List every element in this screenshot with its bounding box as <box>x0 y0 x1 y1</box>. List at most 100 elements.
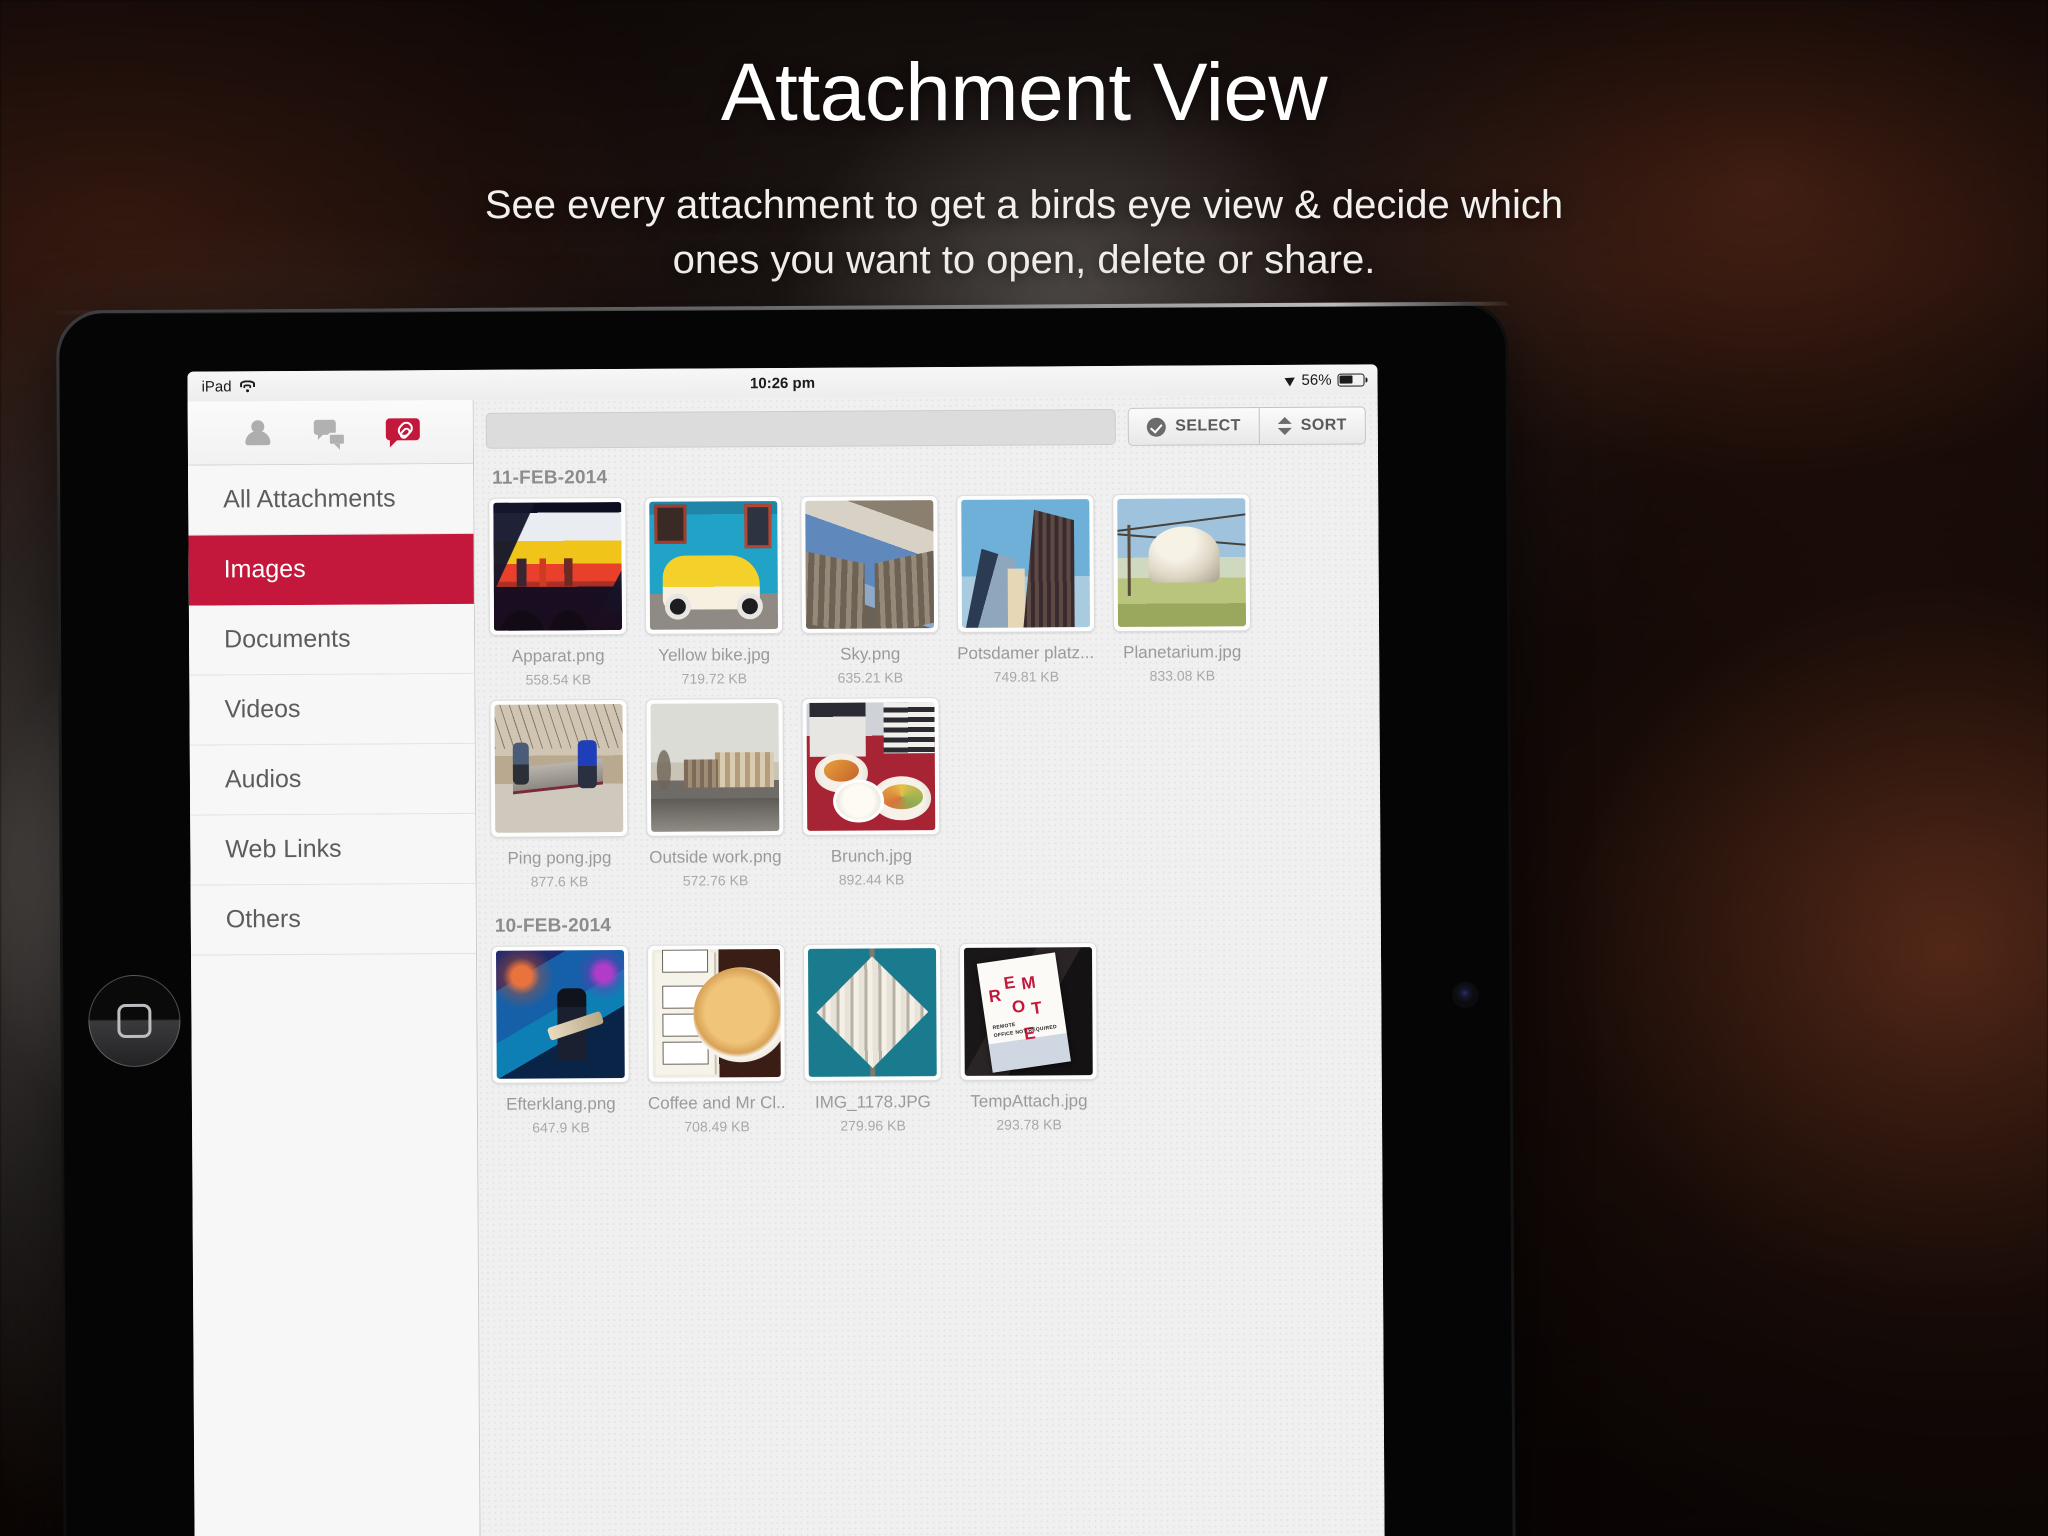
grid-row: Efterklang.png 647.9 KB Coffee and Mr Cl… <box>490 940 1368 1147</box>
attachment-cell[interactable]: Apparat.png 558.54 KB <box>488 496 628 688</box>
thumbnail-frame[interactable] <box>956 494 1096 633</box>
date-header: 10-FEB-2014 <box>494 915 612 937</box>
chat-bubbles-icon <box>314 419 347 446</box>
thumbnail-frame[interactable] <box>800 495 940 634</box>
thumbnail-frame[interactable] <box>646 944 786 1083</box>
thumbnail-frame[interactable] <box>644 496 784 635</box>
attachment-filesize: 279.96 KB <box>840 1117 906 1134</box>
attachment-filesize: 719.72 KB <box>681 670 748 687</box>
sidebar-item-documents[interactable]: Documents <box>188 603 475 676</box>
thumbnail-frame[interactable]: R E M O T E REMOTE OFFICE NOT REQUIRED <box>958 942 1098 1081</box>
attachment-filesize: 833.08 KB <box>1149 667 1216 684</box>
search-field-wrapper[interactable] <box>485 408 1117 449</box>
attachment-filesize: 572.76 KB <box>682 872 749 889</box>
sidebar-item-web-links[interactable]: Web Links <box>190 813 476 886</box>
content-toolbar: SELECT SORT <box>474 394 1378 454</box>
search-input[interactable] <box>486 409 1116 448</box>
sidebar-item-others[interactable]: Others <box>190 883 477 956</box>
book-letter-r: R <box>988 986 1003 1008</box>
thumbnail-frame[interactable] <box>1112 493 1252 632</box>
date-group: 11-FEB-2014 Apparat.png 558.54 KB Yellow… <box>488 448 1367 901</box>
sidebar: All Attachments Images Documents Videos … <box>187 399 481 1536</box>
attachments-tab[interactable] <box>380 412 426 452</box>
thumbnail-frame[interactable] <box>645 698 785 837</box>
attachment-filename: TempAttach.jpg <box>970 1091 1088 1111</box>
attachment-filename: Outside work.png <box>649 847 782 867</box>
attachment-cell[interactable]: IMG_1178.JPG 279.96 KB <box>802 943 942 1134</box>
thumbnail-image-potsdamer-platz <box>961 499 1091 628</box>
status-bar-right: 56% <box>1284 371 1365 389</box>
attachment-caption: Outside work.png 572.76 KB <box>646 836 784 889</box>
thumbnail-image-temp-attach: R E M O T E REMOTE OFFICE NOT REQUIRED <box>963 947 1093 1076</box>
attachment-filesize: 708.49 KB <box>684 1118 750 1135</box>
attachment-filename: Yellow bike.jpg <box>658 645 771 665</box>
attachment-cell[interactable]: Potsdamer platz.... 749.81 KB <box>956 494 1095 685</box>
page-subtitle-line2: ones you want to open, delete or share. <box>672 238 1376 283</box>
battery-icon <box>1337 372 1365 387</box>
thumbnail-frame[interactable] <box>488 496 628 636</box>
sidebar-item-audios[interactable]: Audios <box>189 743 476 816</box>
sort-button-label: SORT <box>1300 416 1347 434</box>
attachment-cell[interactable]: Efterklang.png 647.9 KB <box>490 944 630 1136</box>
attachment-caption: IMG_1178.JPG 279.96 KB <box>804 1081 942 1134</box>
sort-arrows-icon <box>1277 416 1292 436</box>
messages-tab[interactable] <box>307 412 353 452</box>
attachment-cell[interactable]: Coffee and Mr Cl... 708.49 KB <box>646 944 786 1135</box>
attachment-filename: Ping pong.jpg <box>507 848 612 868</box>
attachment-filename: Apparat.png <box>511 646 605 666</box>
sort-button[interactable]: SORT <box>1258 407 1365 445</box>
date-header: 11-FEB-2014 <box>492 467 608 489</box>
date-group: 10-FEB-2014 Efterklang.png 647.9 KB Coff… <box>490 896 1368 1147</box>
page-subtitle-line1: See every attachment to get a birds eye … <box>484 183 1564 228</box>
thumbnail-frame[interactable] <box>490 944 630 1084</box>
contacts-tab[interactable] <box>235 413 281 453</box>
grid-row: Apparat.png 558.54 KB Yellow bike.jpg 71… <box>488 492 1365 699</box>
attachment-caption: Yellow bike.jpg 719.72 KB <box>645 634 783 687</box>
attachment-filesize: 558.54 KB <box>525 671 592 688</box>
sidebar-item-images[interactable]: Images <box>188 533 474 606</box>
attachment-filename: IMG_1178.JPG <box>814 1092 931 1112</box>
thumbnail-frame[interactable] <box>802 943 942 1082</box>
app-screen: iPad 10:26 pm 56% All Attachments Images… <box>187 364 1385 1536</box>
attachment-caption: Coffee and Mr Cl... 708.49 KB <box>648 1082 786 1135</box>
attachment-cell[interactable]: Planetarium.jpg 833.08 KB <box>1112 493 1252 684</box>
battery-percent: 56% <box>1301 371 1332 389</box>
thumbnail-image-sky <box>805 500 935 629</box>
attachment-grid-pane: SELECT SORT 11-FEB-2014 Apparat.png 558.… <box>473 394 1385 1536</box>
remote-book-cover: R E M O T E REMOTE OFFICE NOT REQUIRED <box>977 952 1072 1074</box>
thumbnail-image-yellow-bike <box>649 501 779 630</box>
app-body: All Attachments Images Documents Videos … <box>187 394 1385 1536</box>
attachment-cell[interactable]: Yellow bike.jpg 719.72 KB <box>644 496 784 687</box>
thumbnail-frame[interactable] <box>801 697 941 836</box>
thumbnail-image-brunch <box>806 702 936 831</box>
attachment-cell[interactable]: Ping pong.jpg 877.6 KB <box>489 698 629 890</box>
sidebar-nav-list: All Attachments Images Documents Videos … <box>188 463 480 1536</box>
attachment-filesize: 749.81 KB <box>993 668 1060 685</box>
home-button[interactable] <box>88 974 181 1068</box>
book-letter-e: E <box>1002 973 1017 994</box>
attachment-caption: Ping pong.jpg 877.6 KB <box>490 837 628 890</box>
attachment-cell[interactable]: R E M O T E REMOTE OFFICE NOT REQUIRED T… <box>958 942 1098 1133</box>
book-letter-o: O <box>1011 996 1028 1017</box>
attachment-caption: Potsdamer platz.... 749.81 KB <box>957 632 1095 685</box>
attachment-filename: Sky.png <box>840 644 901 664</box>
attachment-bubble-icon <box>385 417 420 446</box>
thumbnail-image-coffee-and-mr-cleanhead <box>651 949 781 1078</box>
thumbnail-frame[interactable] <box>489 698 629 838</box>
attachment-scroll-area[interactable]: 11-FEB-2014 Apparat.png 558.54 KB Yellow… <box>474 448 1385 1536</box>
book-letter-t: T <box>1030 998 1044 1019</box>
select-button[interactable]: SELECT <box>1129 408 1259 445</box>
sidebar-item-videos[interactable]: Videos <box>189 673 475 746</box>
promo-headline-block: Attachment View See every attachment to … <box>0 0 2048 289</box>
attachment-caption: Sky.png 635.21 KB <box>801 633 939 686</box>
book-letter-m: M <box>1020 972 1038 994</box>
attachment-filename: Brunch.jpg <box>830 846 913 866</box>
sidebar-item-all-attachments[interactable]: All Attachments <box>188 463 474 536</box>
grid-row: Ping pong.jpg 877.6 KB Outside work.png … <box>489 694 1366 901</box>
attachment-cell[interactable]: Sky.png 635.21 KB <box>800 495 940 686</box>
attachment-filesize: 635.21 KB <box>837 669 904 686</box>
attachment-filesize: 892.44 KB <box>838 871 905 888</box>
front-camera-lens <box>1454 983 1477 1006</box>
attachment-cell[interactable]: Outside work.png 572.76 KB <box>645 698 785 889</box>
attachment-cell[interactable]: Brunch.jpg 892.44 KB <box>801 697 941 888</box>
